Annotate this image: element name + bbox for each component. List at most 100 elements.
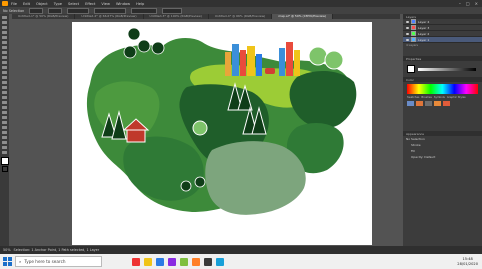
taskbar-app-icon[interactable] [168, 257, 176, 266]
zoom-level[interactable]: 50% [3, 248, 11, 252]
layer-color-swatch [411, 37, 416, 42]
slice-tool-icon[interactable] [2, 141, 7, 144]
taskbar-app-icon[interactable] [144, 257, 152, 266]
menu-effect[interactable]: Effect [85, 2, 95, 6]
doc-tab[interactable]: Untitled-2* @ 66.67% (RGB/Preview) [75, 14, 144, 19]
swatch[interactable] [434, 101, 441, 106]
status-text: Selection: 1 Anchor Point, 1 Path select… [13, 248, 100, 252]
width-tool-icon[interactable] [2, 86, 7, 89]
eraser-tool-icon[interactable] [2, 71, 7, 74]
free-transform-tool-icon[interactable] [2, 91, 7, 94]
fill-color-icon[interactable] [0, 157, 9, 165]
menu-window[interactable]: Window [116, 2, 130, 6]
illustrator-logo-icon [2, 1, 8, 6]
maximize-button[interactable]: □ [466, 1, 470, 6]
stroke-weight-field[interactable] [67, 7, 90, 14]
layer-color-swatch [411, 19, 416, 24]
curvature-tool-icon[interactable] [2, 41, 7, 44]
doc-tab[interactable]: Untitled-3* @ 100% (RGB/Preview) [144, 14, 209, 19]
zoom-tool-icon[interactable] [2, 151, 7, 154]
search-icon: ⌕ [19, 259, 22, 264]
rectangle-tool-icon[interactable] [2, 56, 7, 59]
doc-tab[interactable]: Untitled-1* @ 50% (RGB/Preview) [12, 14, 76, 19]
magic-wand-tool-icon[interactable] [2, 26, 7, 29]
windows-taskbar: ⌕ Type here to search 15:48 28/01/2020 [0, 254, 482, 269]
swatches-tabs: Swatches Brushes Symbols Graphic Styles [407, 96, 466, 99]
taskbar-search[interactable]: ⌕ Type here to search [15, 256, 102, 267]
windows-start-icon[interactable] [3, 257, 12, 266]
direct-selection-tool-icon[interactable] [2, 21, 7, 24]
hand-tool-icon[interactable] [2, 146, 7, 149]
illustrator-taskbar-icon[interactable] [192, 257, 200, 266]
pencil-tool-icon[interactable] [2, 66, 7, 69]
status-bar: 50% Selection: 1 Anchor Point, 1 Path se… [0, 246, 482, 254]
close-button[interactable]: × [475, 1, 478, 6]
blend-tool-icon[interactable] [2, 121, 7, 124]
stroke-swatch[interactable] [48, 7, 63, 14]
stroke-color-icon[interactable] [1, 166, 8, 172]
paintbrush-tool-icon[interactable] [2, 61, 7, 64]
swatch[interactable] [425, 101, 432, 106]
shape-builder-tool-icon[interactable] [2, 96, 7, 99]
taskbar-app-icon[interactable] [180, 257, 188, 266]
rotate-tool-icon[interactable] [2, 76, 7, 79]
artboard-tool-icon[interactable] [2, 136, 7, 139]
brush-definition-dropdown[interactable] [94, 7, 127, 14]
selection-tool-icon[interactable] [2, 16, 7, 19]
swatch[interactable] [407, 101, 414, 106]
eye-icon[interactable] [406, 26, 409, 29]
eye-icon[interactable] [406, 32, 409, 35]
land-pale-south [205, 141, 306, 215]
taskbar-app-icon[interactable] [132, 257, 140, 266]
line-tool-icon[interactable] [2, 51, 7, 54]
taskbar-app-icon[interactable] [204, 257, 212, 266]
layer-color-swatch [411, 31, 416, 36]
column-graph-tool-icon[interactable] [2, 131, 7, 134]
swatch[interactable] [416, 101, 423, 106]
menu-edit[interactable]: Edit [23, 2, 30, 6]
doc-tab[interactable]: Untitled-4* @ 66% (RGB/Preview) [209, 14, 273, 19]
swatch[interactable] [443, 101, 450, 106]
pen-tool-icon[interactable] [2, 36, 7, 39]
right-panels: Layers Layer 4 Layer 3 Layer 2 Layer 1 4… [403, 14, 482, 246]
opacity-field[interactable] [162, 7, 183, 14]
menu-file[interactable]: File [11, 2, 17, 6]
eye-icon[interactable] [406, 38, 409, 41]
map-illustration [86, 27, 357, 215]
layer-color-swatch [411, 25, 416, 30]
color-fill-stroke [403, 61, 482, 77]
eyedropper-tool-icon[interactable] [2, 116, 7, 119]
scale-tool-icon[interactable] [2, 81, 7, 84]
menu-object[interactable]: Object [36, 2, 48, 6]
color-panel-header[interactable]: Color [403, 77, 482, 82]
document-tabs: Untitled-1* @ 50% (RGB/Preview) Untitled… [12, 14, 400, 19]
taskbar-app-icon[interactable] [216, 257, 224, 266]
type-tool-icon[interactable] [2, 46, 7, 49]
selection-status-label: No Selection [3, 8, 25, 13]
swatch-row [407, 101, 478, 106]
color-spectrum[interactable] [407, 84, 478, 94]
minimize-button[interactable]: – [459, 1, 461, 6]
appearance-opacity[interactable]: Opacity: Default [403, 154, 482, 160]
taskbar-apps [132, 257, 224, 266]
gradient-tool-icon[interactable] [2, 111, 7, 114]
gray-slider[interactable] [418, 67, 476, 71]
artboard-canvas[interactable] [72, 22, 372, 245]
system-clock[interactable]: 15:48 28/01/2020 [457, 257, 478, 266]
fill-swatch-icon[interactable] [407, 65, 415, 73]
menu-view[interactable]: View [101, 2, 110, 6]
doc-tab-active[interactable]: map.ai* @ 50% (CMYK/Preview) [272, 14, 334, 19]
symbol-sprayer-tool-icon[interactable] [2, 126, 7, 129]
perspective-grid-tool-icon[interactable] [2, 101, 7, 104]
taskbar-app-icon[interactable] [156, 257, 164, 266]
lasso-tool-icon[interactable] [2, 31, 7, 34]
layer-count: 4 Layers [406, 43, 418, 47]
tools-panel [0, 14, 9, 246]
eye-icon[interactable] [406, 20, 409, 23]
menu-type[interactable]: Type [54, 2, 62, 6]
fill-swatch[interactable] [29, 7, 44, 14]
style-dropdown[interactable] [131, 7, 158, 14]
menu-help[interactable]: Help [136, 2, 144, 6]
mesh-tool-icon[interactable] [2, 106, 7, 109]
menu-select[interactable]: Select [68, 2, 79, 6]
